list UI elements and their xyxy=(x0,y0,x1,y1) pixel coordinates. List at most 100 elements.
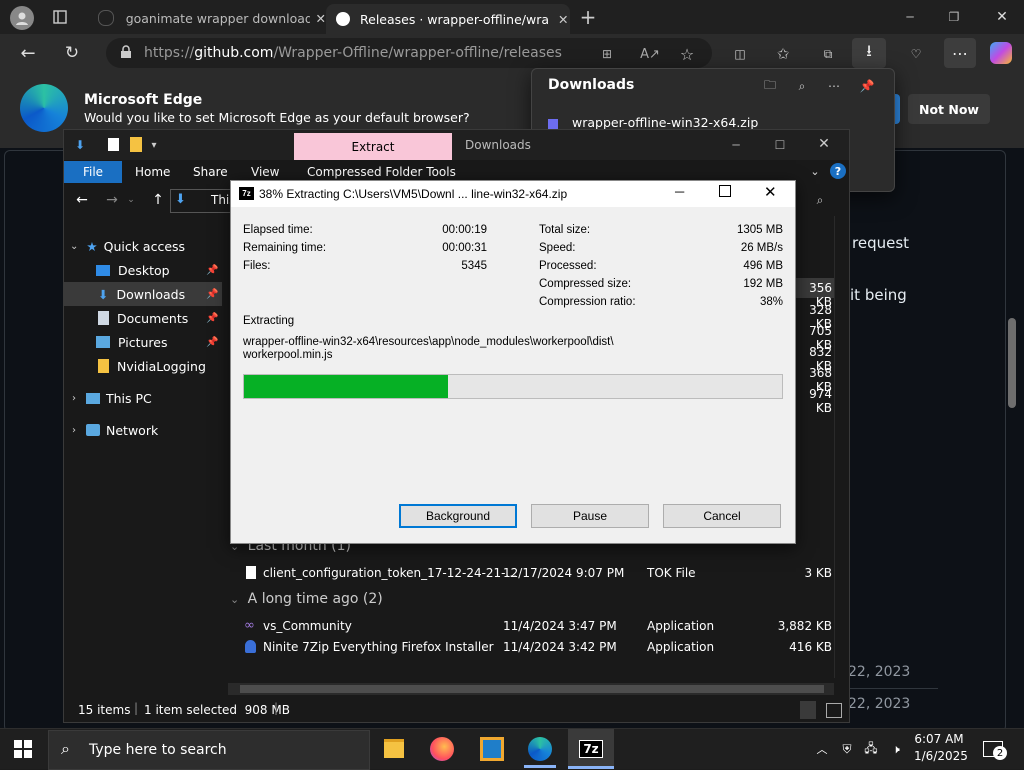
address-bar[interactable]: https:// github.com /Wrapper-Offline/wra… xyxy=(106,38,712,68)
refresh-icon[interactable]: ↻ xyxy=(60,42,84,64)
current-file-path: wrapper-offline-win32-x64\resources\app\… xyxy=(243,336,614,348)
content-scrollbar-track[interactable] xyxy=(834,216,847,678)
back-icon[interactable]: ← xyxy=(16,42,40,64)
show-hidden-icons-icon[interactable]: ︿ xyxy=(814,739,830,759)
computer-icon xyxy=(86,392,100,404)
nav-nvidia-logging[interactable]: NvidiaLogging xyxy=(64,354,222,378)
windows-start-icon[interactable] xyxy=(12,739,34,759)
close-tab-icon[interactable]: ✕ xyxy=(558,12,568,27)
notification-center-icon[interactable]: 2 xyxy=(980,737,1007,761)
download-file-name[interactable]: wrapper-offline-win32-x64.zip xyxy=(572,115,758,130)
not-now-button[interactable]: Not Now xyxy=(908,94,990,124)
pin-icon[interactable]: 📌 xyxy=(206,289,218,300)
horizontal-scrollbar[interactable] xyxy=(228,683,834,695)
explorer-maximize-icon[interactable]: ☐ xyxy=(772,136,788,154)
nav-label: Pictures xyxy=(118,334,168,350)
help-icon[interactable]: ? xyxy=(830,163,846,179)
settings-more-icon[interactable]: ⋯ xyxy=(944,38,976,68)
customize-toolbar-icon[interactable]: ▾ xyxy=(148,137,160,153)
ribbon-expand-icon[interactable]: ⌄ xyxy=(808,163,822,179)
nav-downloads[interactable]: ⬇ Downloads 📌 xyxy=(64,282,222,306)
volume-muted-icon[interactable]: 🕨 xyxy=(886,739,906,759)
tab-actions-icon[interactable] xyxy=(50,7,70,27)
explorer-close-icon[interactable]: ✕ xyxy=(816,135,832,153)
pin-icon[interactable]: 📌 xyxy=(206,313,218,324)
search-downloads-icon[interactable]: ⌕ xyxy=(792,77,812,95)
large-icons-view-icon[interactable] xyxy=(826,703,842,718)
dialog-maximize-icon[interactable] xyxy=(719,185,731,197)
file-size: 3 KB xyxy=(804,566,832,580)
nav-quick-access[interactable]: ⌄ ★ Quick access xyxy=(64,234,222,258)
split-screen-icon[interactable]: ◫ xyxy=(730,44,750,64)
table-row[interactable]: client_configuration_token_17-12-24-21-.… xyxy=(242,564,832,584)
details-view-icon[interactable] xyxy=(800,701,816,719)
file-size: 3,882 KB xyxy=(777,619,832,633)
explorer-forward-icon[interactable]: → xyxy=(104,192,120,208)
group-header-long-ago[interactable]: ⌄ A long time ago (2) xyxy=(230,591,383,607)
clock-time[interactable]: 6:07 AM xyxy=(914,732,964,746)
collections-icon[interactable]: ⧉ xyxy=(818,44,838,64)
properties-icon[interactable] xyxy=(108,138,119,151)
explorer-address-box[interactable]: ⬇ This xyxy=(170,189,236,213)
file-size: 416 KB xyxy=(789,640,832,654)
background-button[interactable]: Background xyxy=(399,504,517,528)
nav-pictures[interactable]: Pictures 📌 xyxy=(64,330,222,354)
cancel-button[interactable]: Cancel xyxy=(663,504,781,528)
speed-value: 26 MB/s xyxy=(740,242,783,254)
quick-access-toolbar-down-icon[interactable]: ⬇ xyxy=(72,136,88,154)
restore-icon[interactable]: ❐ xyxy=(944,6,964,28)
nav-this-pc[interactable]: › This PC xyxy=(64,386,222,410)
pause-button[interactable]: Pause xyxy=(531,504,649,528)
read-aloud-icon[interactable]: A↗ xyxy=(640,44,660,64)
favorite-star-icon[interactable]: ☆ xyxy=(677,44,697,64)
more-options-icon[interactable]: ⋯ xyxy=(824,77,844,95)
tab-goanimate[interactable]: goanimate wrapper download - S ✕ xyxy=(88,4,326,32)
app-available-icon[interactable]: ⊞ xyxy=(597,44,617,64)
close-window-icon[interactable]: ✕ xyxy=(992,6,1012,28)
table-row[interactable]: ∞ vs_Community 11/4/2024 3:47 PM Applica… xyxy=(242,617,832,637)
dialog-close-icon[interactable]: ✕ xyxy=(764,183,777,201)
downloads-icon[interactable]: ⭳ xyxy=(852,38,886,68)
taskbar-search-box[interactable]: ⌕ Type here to search xyxy=(48,730,370,770)
file-explorer-taskbar-icon[interactable] xyxy=(382,737,406,759)
copilot-icon[interactable] xyxy=(990,42,1012,64)
pin-icon[interactable]: 📌 xyxy=(206,265,218,276)
network-tray-icon[interactable]: 🖧 xyxy=(862,739,880,759)
pin-icon[interactable]: 📌 xyxy=(206,337,218,348)
7zip-taskbar-button[interactable]: 7z xyxy=(568,729,614,769)
close-tab-icon[interactable]: ✕ xyxy=(316,11,326,26)
explorer-minimize-icon[interactable]: ─ xyxy=(728,136,744,154)
security-tray-icon[interactable]: ⛨ xyxy=(838,739,856,759)
file-type: Application xyxy=(647,640,715,654)
app-taskbar-icon[interactable] xyxy=(480,737,504,761)
profile-avatar-icon[interactable] xyxy=(10,6,34,30)
recent-locations-icon[interactable]: ⌄ xyxy=(126,192,136,208)
favorites-icon[interactable]: ✩ xyxy=(773,44,793,64)
explorer-back-icon[interactable]: ← xyxy=(74,192,90,208)
tab-releases[interactable]: Releases · wrapper-offline/wrapp ✕ xyxy=(326,4,570,34)
edge-taskbar-icon[interactable] xyxy=(528,737,552,761)
ribbon-tab-file[interactable]: File xyxy=(64,161,122,183)
processed-label: Processed: xyxy=(539,260,597,272)
minimize-icon[interactable]: ─ xyxy=(900,6,920,28)
explorer-search-icon[interactable]: ⌕ xyxy=(812,192,828,208)
firefox-taskbar-icon[interactable] xyxy=(430,737,454,761)
dialog-minimize-icon[interactable]: ─ xyxy=(675,184,684,199)
new-tab-icon[interactable]: + xyxy=(578,5,598,29)
nav-documents[interactable]: Documents 📌 xyxy=(64,306,222,330)
new-folder-icon[interactable] xyxy=(130,137,142,152)
ribbon-tab-share[interactable]: Share xyxy=(193,161,228,183)
nav-desktop[interactable]: Desktop 📌 xyxy=(64,258,222,282)
ribbon-tab-home[interactable]: Home xyxy=(135,161,170,183)
search-icon: ⌕ xyxy=(61,739,70,758)
up-icon[interactable]: ↑ xyxy=(150,192,166,208)
pin-icon[interactable]: 📌 xyxy=(857,77,877,95)
page-scrollbar[interactable] xyxy=(1008,318,1016,408)
clock-date[interactable]: 1/6/2025 xyxy=(914,749,968,763)
open-folder-icon[interactable]: 🗀 xyxy=(760,77,780,95)
table-row[interactable]: Ninite 7Zip Everything Firefox Installer… xyxy=(242,638,832,658)
performance-icon[interactable]: ♡ xyxy=(906,44,926,64)
horizontal-scroll-thumb[interactable] xyxy=(240,685,824,693)
tab-extract[interactable]: Extract xyxy=(294,133,452,160)
nav-network[interactable]: › Network xyxy=(64,418,222,442)
